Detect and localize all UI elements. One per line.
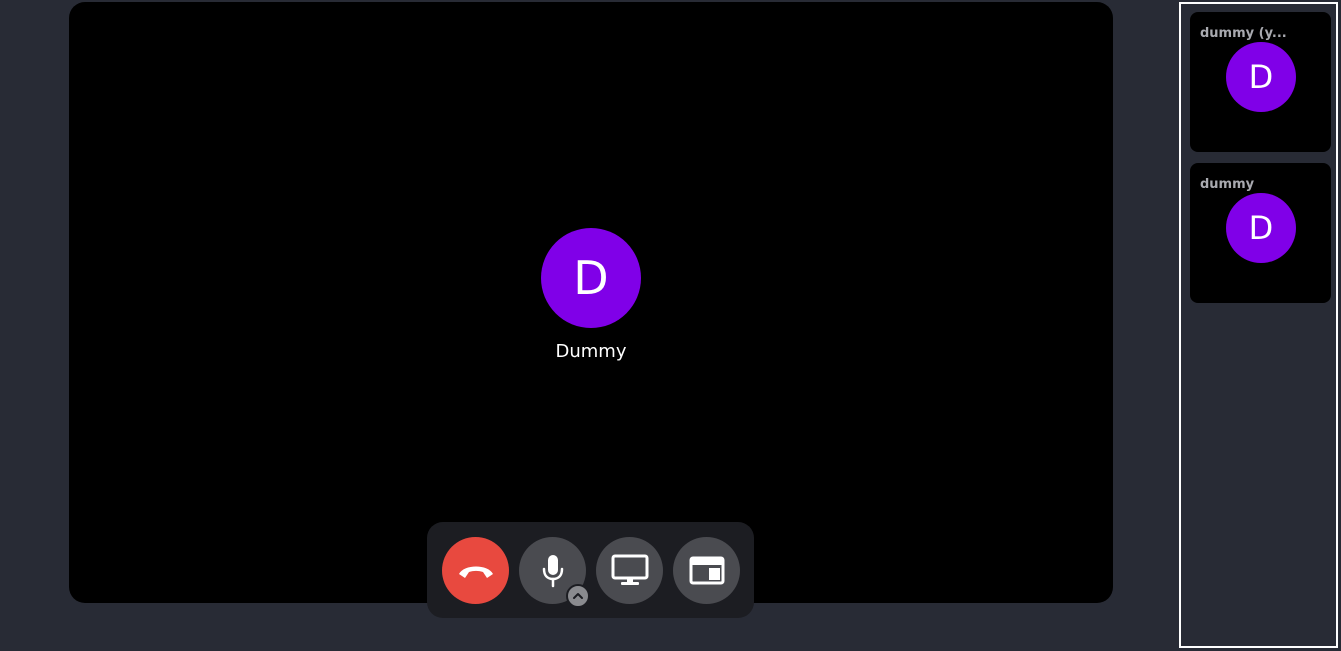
screen-share-button[interactable]	[596, 537, 663, 604]
microphone-icon	[539, 553, 567, 589]
monitor-icon	[611, 554, 649, 588]
participant-tile-name: dummy (y...	[1200, 26, 1287, 41]
main-participant-avatar: D	[541, 228, 641, 328]
participant-tile-avatar: D	[1226, 193, 1296, 263]
participant-tile[interactable]: dummy (y... D	[1190, 12, 1331, 152]
layout-icon	[689, 556, 725, 586]
phone-hangup-icon	[456, 561, 496, 581]
call-controls-bar	[427, 522, 754, 618]
layout-button[interactable]	[673, 537, 740, 604]
chevron-up-icon	[572, 587, 584, 605]
main-participant-name: Dummy	[555, 341, 627, 362]
hang-up-button[interactable]	[442, 537, 509, 604]
main-video-stage: D Dummy	[69, 2, 1113, 603]
participant-tile[interactable]: dummy D	[1190, 163, 1331, 303]
mic-options-button[interactable]	[566, 584, 590, 608]
participant-tile-name: dummy	[1200, 177, 1255, 192]
participants-sidebar: dummy (y... D dummy D	[1179, 2, 1338, 648]
video-call-window: D Dummy dummy (y... D dummy D	[0, 0, 1341, 651]
participant-tile-avatar: D	[1226, 42, 1296, 112]
